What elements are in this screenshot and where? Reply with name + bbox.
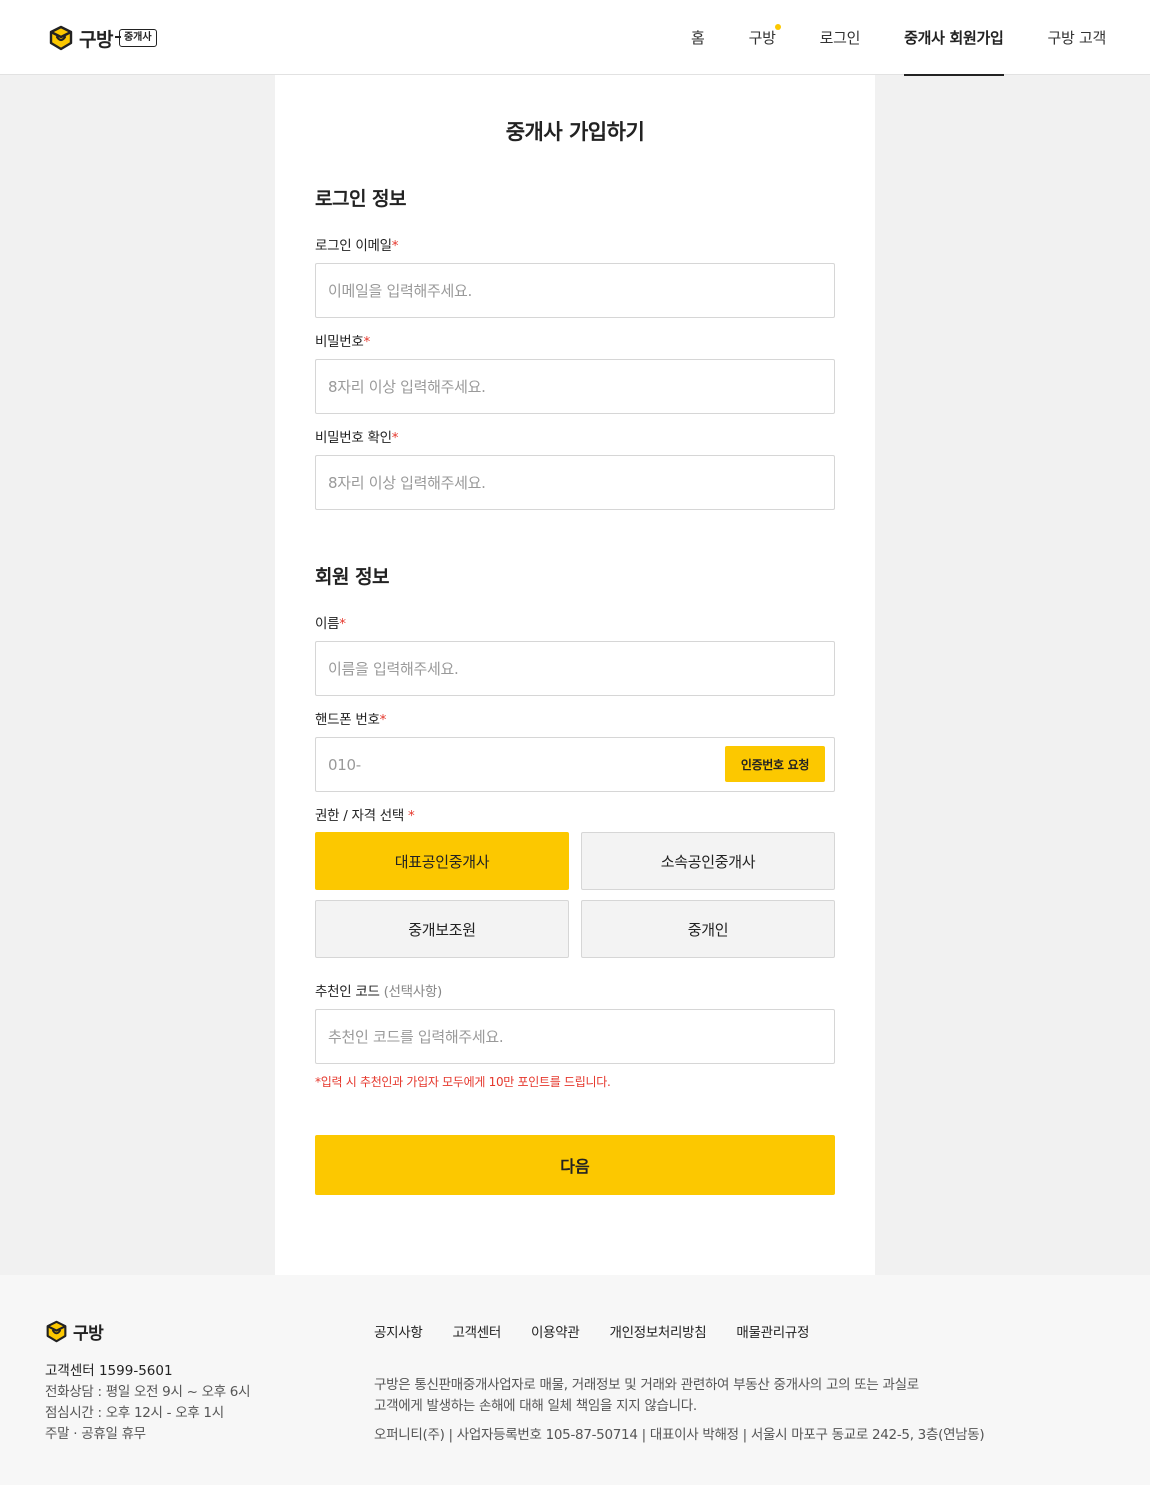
nav-gubang-label: 구방 xyxy=(748,29,776,47)
nav-gubang[interactable]: 구방 xyxy=(748,0,781,75)
email-field-box xyxy=(315,263,835,318)
name-label: 이름* xyxy=(315,612,346,632)
cs-closed: 주말 · 공휴일 휴무 xyxy=(45,1426,146,1442)
role-label-text: 권한 / 자격 선택 xyxy=(315,808,404,824)
page-title: 중개사 가입하기 xyxy=(505,120,645,144)
role-option-assistant[interactable]: 중개보조원 xyxy=(315,900,569,958)
email-label-text: 로그인 이메일 xyxy=(315,238,392,254)
role-option-affiliated-broker[interactable]: 소속공인중개사 xyxy=(581,832,835,890)
request-verification-button[interactable]: 인증번호 요청 xyxy=(725,746,825,782)
login-section-title: 로그인 정보 xyxy=(315,188,407,210)
footer-link-terms[interactable]: 이용약관 xyxy=(531,1321,580,1341)
footer-disclaimer-line1: 구방은 통신판매중개사업자로 매물, 거래정보 및 거래와 관련하여 부동산 중… xyxy=(374,1377,919,1393)
brand-name: 구방 xyxy=(79,28,113,51)
nav-home[interactable]: 홈 xyxy=(691,0,705,75)
cs-hours: 전화상담 : 평일 오전 9시 ~ 오후 6시 xyxy=(45,1384,251,1400)
referral-code-field[interactable] xyxy=(316,1010,834,1063)
role-label: 권한 / 자격 선택 * xyxy=(315,804,415,824)
footer-logo[interactable]: 구방 xyxy=(45,1319,104,1344)
cube-logo-icon xyxy=(49,25,73,51)
required-mark: * xyxy=(391,430,399,446)
member-section-title: 회원 정보 xyxy=(315,566,390,588)
required-mark: * xyxy=(363,334,370,350)
footer-company-info: 오퍼니티(주) | 사업자등록번호 105-87-50714 | 대표이사 박해… xyxy=(374,1427,985,1443)
brand-logo[interactable]: 구방 중개사 xyxy=(48,24,157,52)
cs-lunch: 점심시간 : 오후 12시 - 오후 1시 xyxy=(45,1405,224,1421)
password-label: 비밀번호* xyxy=(315,330,370,350)
referral-label: 추천인 코드 (선택사항) xyxy=(315,980,442,1000)
password-field-box xyxy=(315,359,835,414)
referral-field-box xyxy=(315,1009,835,1064)
footer-brand-name: 구방 xyxy=(73,1324,104,1344)
signup-card: 중개사 가입하기 로그인 정보 로그인 이메일* 비밀번호* 비밀번호 확인* … xyxy=(275,75,875,1275)
footer-link-support[interactable]: 고객센터 xyxy=(452,1321,501,1341)
password-confirm-label-text: 비밀번호 확인 xyxy=(315,430,392,446)
footer-link-privacy[interactable]: 개인정보처리방침 xyxy=(609,1321,706,1341)
nav-broker-signup[interactable]: 중개사 회원가입 xyxy=(904,0,1004,76)
phone-label-text: 핸드폰 번호 xyxy=(315,712,380,728)
phone-label: 핸드폰 번호* xyxy=(315,708,386,728)
password-field[interactable] xyxy=(316,360,834,413)
customer-center-phone: 고객센터 1599-5601 xyxy=(45,1363,173,1379)
name-field-box xyxy=(315,641,835,696)
footer-disclaimer-line2: 고객에게 발생하는 손해에 대해 일체 책임을 지지 않습니다. xyxy=(374,1398,697,1414)
referral-label-text: 추천인 코드 xyxy=(315,984,380,1000)
phone-field-box: 인증번호 요청 xyxy=(315,737,835,792)
required-mark: * xyxy=(339,616,346,632)
required-mark: * xyxy=(407,808,415,824)
new-dot-icon xyxy=(774,24,781,30)
password-confirm-field[interactable] xyxy=(316,456,834,509)
password-confirm-label: 비밀번호 확인* xyxy=(315,426,398,446)
name-field[interactable] xyxy=(316,642,834,695)
footer: 구방 고객센터 1599-5601 전화상담 : 평일 오전 9시 ~ 오후 6… xyxy=(0,1275,1150,1485)
email-field[interactable] xyxy=(316,264,834,317)
referral-note: *입력 시 추천인과 가입자 모두에게 10만 포인트를 드립니다. xyxy=(315,1075,611,1089)
name-label-text: 이름 xyxy=(315,616,340,632)
cube-logo-icon xyxy=(46,1320,67,1343)
required-mark: * xyxy=(391,238,399,254)
optional-mark: (선택사항) xyxy=(383,984,443,1000)
required-mark: * xyxy=(379,712,387,728)
brand-badge: 중개사 xyxy=(115,29,157,47)
password-label-text: 비밀번호 xyxy=(315,334,364,350)
footer-link-listing-policy[interactable]: 매물관리규정 xyxy=(736,1321,809,1341)
password-confirm-field-box xyxy=(315,455,835,510)
footer-links: 공지사항 고객센터 이용약관 개인정보처리방침 매물관리규정 xyxy=(374,1321,839,1341)
nav-login[interactable]: 로그인 xyxy=(820,0,861,75)
footer-link-notice[interactable]: 공지사항 xyxy=(374,1321,423,1341)
email-label: 로그인 이메일* xyxy=(315,234,398,254)
next-button[interactable]: 다음 xyxy=(315,1135,835,1195)
role-option-representative-broker[interactable]: 대표공인중개사 xyxy=(315,832,569,890)
top-header: 구방 중개사 홈 구방 로그인 중개사 회원가입 구방 고객 xyxy=(0,0,1150,76)
role-option-agent[interactable]: 중개인 xyxy=(581,900,835,958)
main-nav: 홈 구방 로그인 중개사 회원가입 구방 고객 xyxy=(647,0,1107,76)
nav-customer[interactable]: 구방 고객 xyxy=(1048,0,1107,75)
